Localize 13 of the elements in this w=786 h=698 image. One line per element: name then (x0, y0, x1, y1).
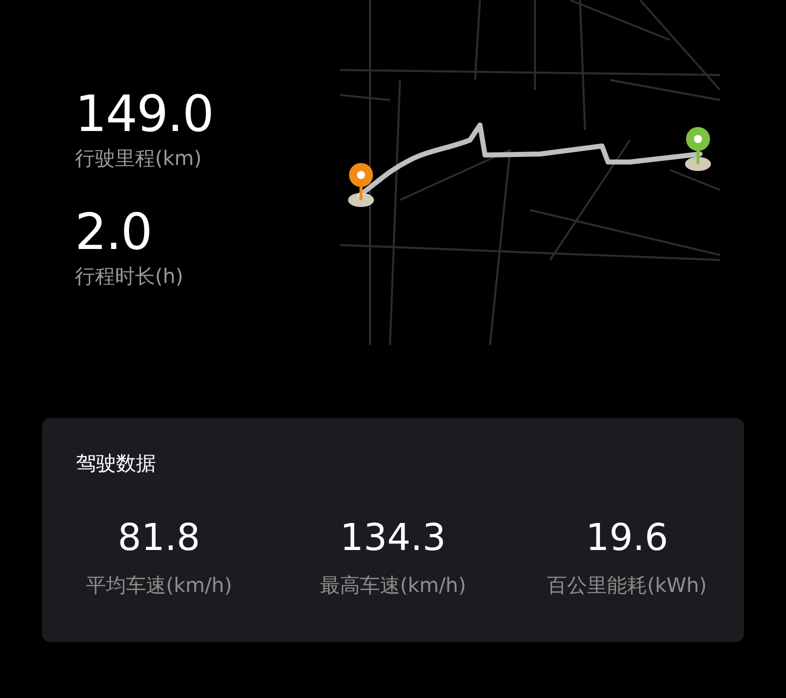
stat-value: 81.8 (118, 516, 200, 560)
stat-label: 最高车速(km/h) (320, 572, 466, 599)
stat-label: 百公里能耗(kWh) (547, 572, 707, 599)
card-title: 驾驶数据 (76, 450, 156, 477)
stat-value: 134.3 (340, 516, 446, 560)
stat-label: 平均车速(km/h) (86, 572, 232, 599)
stat-value: 149.0 (75, 84, 214, 144)
end-pin-icon (683, 126, 713, 172)
stat-value: 2.0 (75, 202, 153, 262)
start-pin-icon (346, 162, 376, 208)
stat-label: 行驶里程(km) (75, 145, 203, 172)
stat-value: 19.6 (586, 516, 668, 560)
stat-label: 行程时长(h) (75, 263, 184, 290)
